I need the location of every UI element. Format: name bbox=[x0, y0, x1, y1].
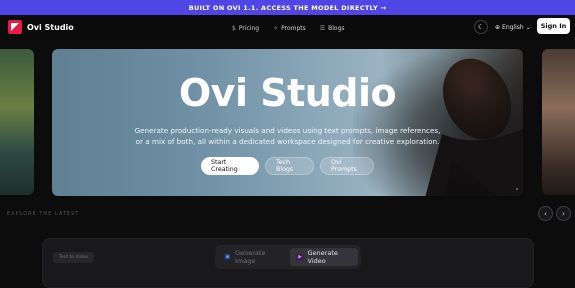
sign-in-button[interactable]: Sign In bbox=[537, 18, 570, 34]
hero-title: Ovi Studio bbox=[52, 71, 523, 115]
nav-links: $ Pricing ✧ Prompts ☰ Blogs bbox=[232, 15, 345, 41]
nav-prompts-label: Prompts bbox=[281, 25, 306, 32]
tab-generate-video-label: Generate Video bbox=[308, 249, 352, 265]
theme-toggle-button[interactable]: ☾ bbox=[474, 20, 488, 34]
carousel-next-button[interactable]: › bbox=[556, 206, 571, 221]
hero-carousel: Ovi Studio Generate production-ready vis… bbox=[0, 41, 575, 205]
carousel-card-next[interactable] bbox=[542, 49, 575, 195]
hero-subtitle: Generate production-ready visuals and vi… bbox=[132, 125, 443, 147]
video-icon: ▶ bbox=[296, 254, 303, 261]
sparkle-icon: ✧ bbox=[273, 25, 278, 32]
generate-tabbar: ▣ Generate Image ▶ Generate Video bbox=[215, 245, 361, 269]
moon-icon: ☾ bbox=[478, 23, 484, 31]
banner-text[interactable]: BUILT ON OVI 1.1. ACCESS THE MODEL DIREC… bbox=[189, 4, 387, 12]
carousel-card-previous[interactable] bbox=[0, 49, 34, 195]
nav-prompts[interactable]: ✧ Prompts bbox=[273, 25, 306, 32]
globe-icon: ⊕ bbox=[495, 24, 500, 31]
logo-icon bbox=[8, 20, 22, 34]
rss-icon: ☰ bbox=[320, 25, 325, 32]
top-navbar: Ovi Studio $ Pricing ✧ Prompts ☰ Blogs ☾… bbox=[0, 15, 575, 41]
tab-generate-image-label: Generate Image bbox=[235, 249, 281, 265]
nav-blogs[interactable]: ☰ Blogs bbox=[320, 25, 345, 32]
generator-panel: Text to Video ▣ Generate Image ▶ Generat… bbox=[42, 238, 534, 288]
tab-generate-video[interactable]: ▶ Generate Video bbox=[290, 248, 358, 266]
announcement-banner[interactable]: BUILT ON OVI 1.1. ACCESS THE MODEL DIREC… bbox=[0, 0, 575, 15]
chevron-right-icon: › bbox=[562, 210, 565, 218]
logo[interactable]: Ovi Studio bbox=[8, 20, 74, 34]
logo-text: Ovi Studio bbox=[27, 23, 74, 32]
nav-pricing[interactable]: $ Pricing bbox=[232, 25, 259, 32]
carousel-prev-button[interactable]: ‹ bbox=[538, 206, 553, 221]
tech-blogs-button[interactable]: Tech Blogs bbox=[265, 157, 314, 175]
explore-heading: EXPLORE THE LATEST bbox=[7, 211, 79, 217]
mode-chip[interactable]: Text to Video bbox=[53, 252, 94, 263]
image-icon: ▣ bbox=[224, 254, 231, 261]
chevron-down-icon: ⌄ bbox=[526, 24, 531, 31]
hero-cta-row: Start Creating Tech Blogs Ovi Prompts bbox=[52, 157, 523, 175]
chevron-left-icon: ‹ bbox=[544, 210, 547, 218]
ovi-prompts-button[interactable]: Ovi Prompts bbox=[320, 157, 374, 175]
tab-generate-image[interactable]: ▣ Generate Image bbox=[218, 248, 287, 266]
start-creating-button[interactable]: Start Creating bbox=[201, 157, 259, 175]
nav-blogs-label: Blogs bbox=[328, 25, 344, 32]
dollar-icon: $ bbox=[232, 25, 236, 32]
language-selector[interactable]: ⊕ English ⌄ bbox=[495, 20, 531, 34]
hero-card: Ovi Studio Generate production-ready vis… bbox=[52, 49, 523, 196]
nav-pricing-label: Pricing bbox=[239, 25, 259, 32]
language-label: English bbox=[502, 24, 524, 31]
